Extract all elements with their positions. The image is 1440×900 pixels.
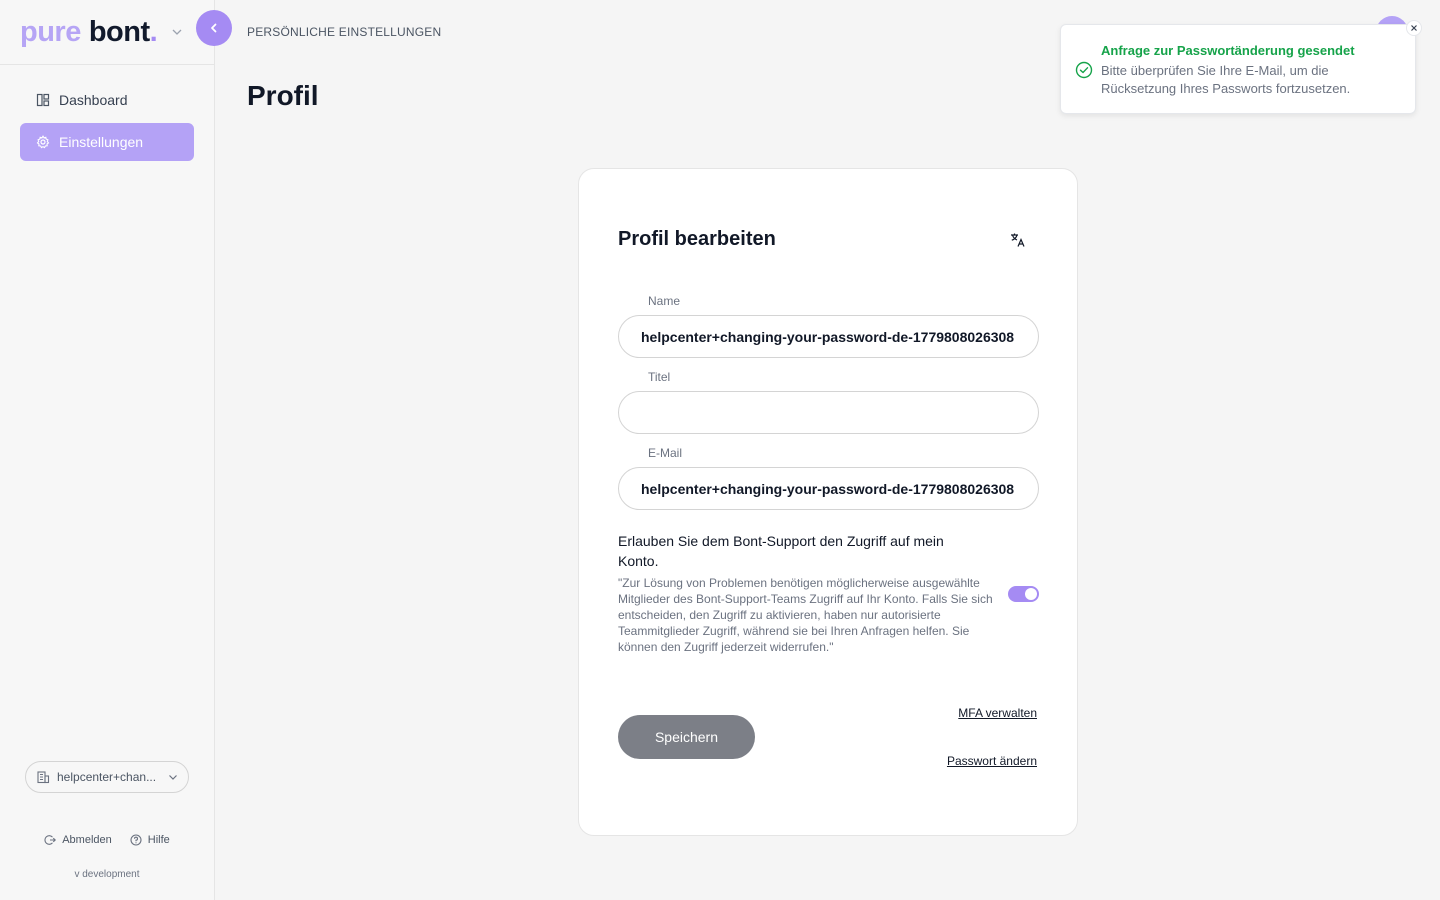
title-field-wrapper: [618, 391, 1039, 434]
title-label: Titel: [648, 370, 671, 384]
logout-icon: [44, 835, 57, 845]
toast-notification: Anfrage zur Passwortänderung gesendet Bi…: [1060, 24, 1416, 114]
manage-mfa-link[interactable]: MFA verwalten: [958, 706, 1037, 720]
version-label: v development: [74, 869, 140, 880]
sidebar: pure bont. Dashboard Einstellungen helpc…: [0, 0, 215, 900]
sidebar-item-label: Dashboard: [59, 92, 128, 108]
dashboard-icon: [36, 93, 50, 107]
help-link[interactable]: Hilfe: [130, 834, 170, 846]
name-field[interactable]: [619, 316, 1038, 357]
sidebar-item-settings[interactable]: Einstellungen: [20, 123, 194, 161]
organization-select-value: helpcenter+chan...: [57, 770, 157, 784]
change-password-link[interactable]: Passwort ändern: [947, 754, 1037, 768]
gear-icon: [36, 135, 50, 149]
help-label: Hilfe: [147, 834, 170, 846]
email-field[interactable]: [619, 468, 1038, 509]
brand-part-pure: pure: [20, 15, 81, 48]
page-title: Profil: [247, 80, 319, 111]
save-button[interactable]: Speichern: [618, 715, 755, 759]
sidebar-item-dashboard[interactable]: Dashboard: [20, 81, 194, 119]
email-field-wrapper: [618, 467, 1039, 510]
chevron-down-icon[interactable]: [170, 25, 184, 39]
logout-label: Abmelden: [62, 834, 112, 846]
name-label: Name: [648, 294, 681, 308]
brand-part-bont: bont.: [88, 15, 158, 48]
brand-logo[interactable]: pure bont.: [20, 14, 158, 50]
toast-close-button[interactable]: [1406, 20, 1422, 36]
organization-select[interactable]: helpcenter+chan...: [25, 761, 189, 793]
chevron-down-icon: [169, 775, 177, 780]
help-icon: [130, 834, 142, 846]
support-access-toggle[interactable]: [1008, 586, 1039, 602]
chevron-left-icon: [211, 23, 217, 33]
close-icon: [1411, 25, 1417, 31]
check-circle-icon: [1075, 61, 1093, 79]
name-field-wrapper: [618, 315, 1039, 358]
toast-title: Anfrage zur Passwortänderung gesendet: [1101, 43, 1355, 58]
support-access-title: Erlauben Sie dem Bont-Support den Zugrif…: [618, 533, 944, 569]
building-icon: [37, 771, 50, 784]
sidebar-item-label: Einstellungen: [59, 134, 144, 150]
logout-link[interactable]: Abmelden: [44, 834, 112, 846]
collapse-sidebar-button[interactable]: [196, 10, 232, 46]
translate-icon[interactable]: [1009, 231, 1027, 249]
sidebar-footer-links: Abmelden Hilfe: [0, 834, 214, 846]
email-label: E-Mail: [648, 446, 683, 460]
support-access-description: "Zur Lösung von Problemen benötigen mögl…: [618, 576, 993, 654]
toast-message: Bitte überprüfen Sie Ihre E-Mail, um die…: [1101, 63, 1351, 96]
sidebar-divider: [0, 64, 214, 65]
toggle-knob: [1025, 588, 1037, 600]
breadcrumb: PERSÖNLICHE EINSTELLUNGEN: [247, 25, 442, 39]
profile-card: Profil bearbeiten Name Titel E-Mail Erla…: [578, 168, 1078, 836]
card-title: Profil bearbeiten: [618, 228, 776, 250]
title-field[interactable]: [619, 392, 1038, 433]
